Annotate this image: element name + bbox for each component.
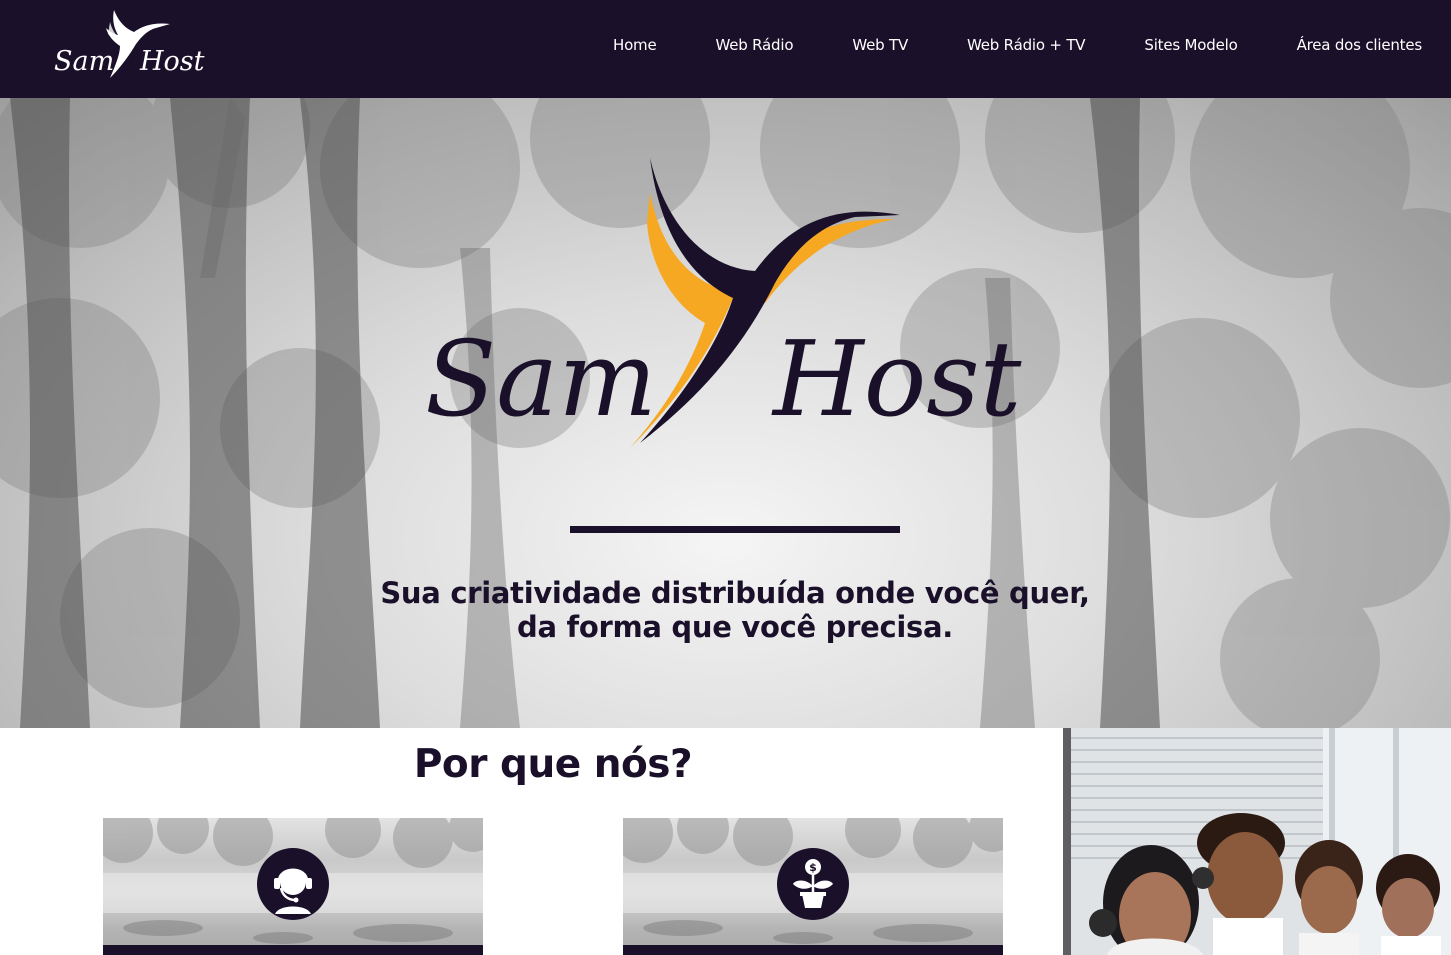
main-menu: Home Web Rádio Web TV Web Rádio + TV Sit… (613, 36, 1422, 54)
logo-word-host: Host (139, 46, 205, 77)
why-us-heading: Por que nós? (413, 742, 693, 787)
feature-card-pricing[interactable]: $ (623, 818, 1003, 955)
nav-link-web-radio[interactable]: Web Rádio (715, 36, 793, 54)
hero-logo-word-host: Host (771, 318, 1022, 440)
nav-link-area-clientes[interactable]: Área dos clientes (1297, 36, 1423, 54)
hummingbird-logo-icon: Sam Host (54, 10, 205, 78)
site-logo[interactable]: Sam Host (50, 8, 220, 84)
support-team-photo (1063, 728, 1451, 955)
top-navigation: Sam Host Home Web Rádio Web TV Web Rádio… (0, 0, 1451, 98)
hero-tagline-line-1: Sua criatividade distribuída onde você q… (380, 576, 1090, 610)
hero-banner: Sam Host Sua criatividade distribuída on… (0, 98, 1451, 728)
card-bottom-bar (623, 945, 1003, 955)
nav-link-web-radio-tv[interactable]: Web Rádio + TV (967, 36, 1086, 54)
nav-link-home[interactable]: Home (613, 36, 657, 54)
headset-support-icon (257, 848, 329, 920)
feature-card-support[interactable] (103, 818, 483, 955)
svg-text:$: $ (809, 861, 817, 874)
logo-word-sam: Sam (54, 46, 114, 77)
hero-tagline: Sua criatividade distribuída onde você q… (300, 576, 1170, 644)
hero-divider (570, 526, 900, 533)
samhost-hero-logo: Sam Host (425, 158, 1022, 448)
hero-tagline-line-2: da forma que você precisa. (516, 610, 953, 644)
money-plant-icon: $ (777, 848, 849, 920)
hero-logo-word-sam: Sam (425, 318, 657, 440)
nav-link-sites-modelo[interactable]: Sites Modelo (1144, 36, 1237, 54)
card-bottom-bar (103, 945, 483, 955)
nav-link-web-tv[interactable]: Web TV (852, 36, 908, 54)
